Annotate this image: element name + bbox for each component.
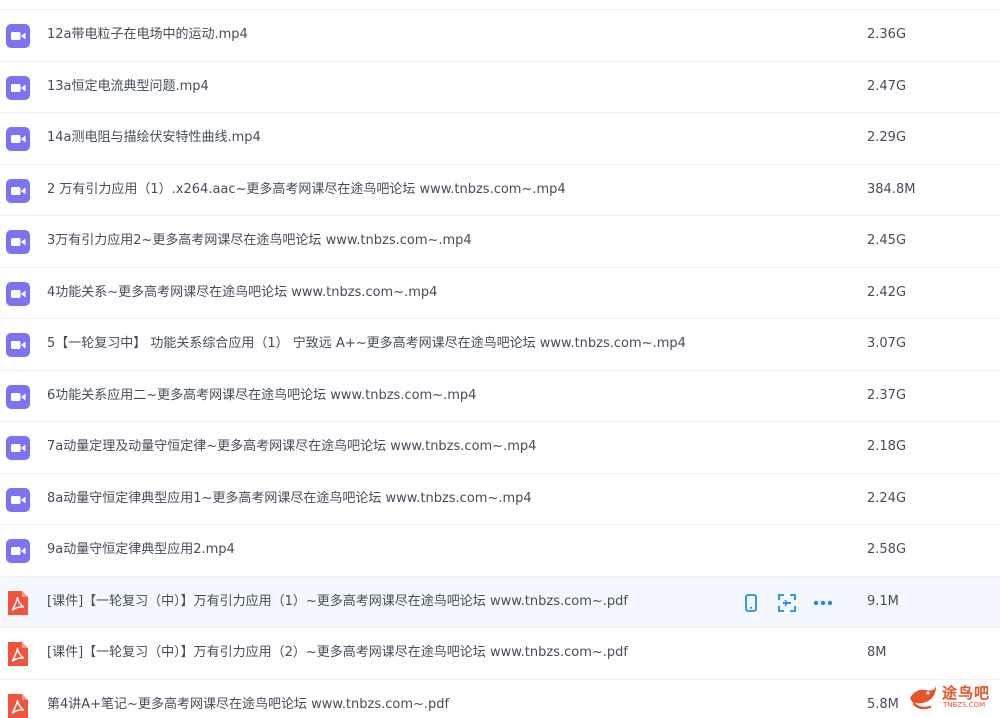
file-rows: 12a带电粒子在电场中的运动.mp4 2.36G 13a恒定电流典型问题.mp4 2… xyxy=(0,10,1000,718)
row-actions xyxy=(740,591,848,615)
file-row[interactable]: 3万有引力应用2~更多高考网课尽在途鸟吧论坛 www.tnbzs.com~.mp… xyxy=(0,216,1000,268)
video-file-icon xyxy=(6,487,30,512)
watermark-subtext: TNBZS.COM xyxy=(943,701,986,709)
watermark-logo: 途鸟吧 TNBZS.COM xyxy=(906,680,994,714)
file-row[interactable]: 5【一轮复习中】 功能关系综合应用（1） 宁致远 A+~更多高考网课尽在途鸟吧论… xyxy=(0,319,1000,371)
file-name[interactable]: 14a测电阻与描绘伏安特性曲线.mp4 xyxy=(47,113,261,163)
video-file-icon xyxy=(6,230,30,254)
video-file-icon xyxy=(6,127,30,151)
video-file-icon xyxy=(6,333,30,357)
more-icon[interactable] xyxy=(812,592,834,614)
file-size: 2.36G xyxy=(867,27,907,42)
file-size: 3.07G xyxy=(867,336,907,351)
file-size: 2.42G xyxy=(867,284,907,300)
file-name[interactable]: 12a带电粒子在电场中的运动.mp4 xyxy=(47,10,248,60)
video-file-icon xyxy=(6,384,30,409)
file-row[interactable]: 7a动量定理及动量守恒定律~更多高考网课尽在途鸟吧论坛 www.tnbzs.co… xyxy=(0,422,1000,474)
file-row[interactable]: 8a动量守恒定律典型应用1~更多高考网课尽在途鸟吧论坛 www.tnbzs.co… xyxy=(0,474,1000,525)
file-size: 2.18G xyxy=(867,439,907,454)
file-row[interactable]: 4功能关系~更多高考网课尽在途鸟吧论坛 www.tnbzs.com~.mp4 2.… xyxy=(0,268,1000,319)
video-file-icon xyxy=(6,436,30,460)
video-file-icon xyxy=(6,178,30,203)
pdf-file-icon xyxy=(6,693,30,718)
file-row[interactable]: 2 万有引力应用（1）.x264.aac~更多高考网课尽在途鸟吧论坛 www.t… xyxy=(0,165,1000,216)
file-size: 2.47G xyxy=(867,78,907,94)
file-name[interactable]: 3万有引力应用2~更多高考网课尽在途鸟吧论坛 www.tnbzs.com~.mp… xyxy=(47,216,472,266)
file-name[interactable]: 5【一轮复习中】 功能关系综合应用（1） 宁致远 A+~更多高考网课尽在途鸟吧论… xyxy=(47,319,686,369)
bird-logo-icon xyxy=(910,686,936,710)
file-row[interactable]: 6功能关系应用二~更多高考网课尽在途鸟吧论坛 www.tnbzs.com~.mp… xyxy=(0,371,1000,422)
video-file-icon xyxy=(6,539,30,563)
file-size: 2.29G xyxy=(867,130,907,145)
file-size: 2.45G xyxy=(867,233,907,248)
file-size: 2.24G xyxy=(867,490,907,506)
file-name[interactable]: 4功能关系~更多高考网课尽在途鸟吧论坛 www.tnbzs.com~.mp4 xyxy=(47,268,437,318)
file-size: 9.1M xyxy=(867,593,899,609)
video-file-icon xyxy=(6,75,30,100)
file-row[interactable]: [课件]【一轮复习（中）】万有引力应用（1）~更多高考网课尽在途鸟吧论坛 www… xyxy=(0,576,1000,628)
file-name[interactable]: 2 万有引力应用（1）.x264.aac~更多高考网课尽在途鸟吧论坛 www.t… xyxy=(47,165,566,215)
video-file-icon xyxy=(6,281,30,306)
file-name[interactable]: [课件]【一轮复习（中）】万有引力应用（1）~更多高考网课尽在途鸟吧论坛 www… xyxy=(47,577,628,627)
watermark-text: 途鸟吧 xyxy=(942,684,991,702)
file-name[interactable]: 6功能关系应用二~更多高考网课尽在途鸟吧论坛 www.tnbzs.com~.mp… xyxy=(47,371,476,421)
file-size: 2.58G xyxy=(867,542,907,557)
file-name[interactable]: 13a恒定电流典型问题.mp4 xyxy=(47,62,209,112)
file-size: 2.37G xyxy=(867,387,907,403)
file-list: 12a带电粒子在电场中的运动.mp4 2.36G 13a恒定电流典型问题.mp4 2… xyxy=(0,0,1000,718)
file-size: 8M xyxy=(867,645,887,660)
video-file-icon xyxy=(6,24,30,48)
file-size: 5.8M xyxy=(867,696,899,712)
file-size: 384.8M xyxy=(867,181,916,197)
file-row[interactable]: 14a测电阻与描绘伏安特性曲线.mp4 2.29G xyxy=(0,113,1000,165)
file-row[interactable]: 12a带电粒子在电场中的运动.mp4 2.36G xyxy=(0,10,1000,62)
file-name[interactable]: 第4讲A+笔记~更多高考网课尽在途鸟吧论坛 www.tnbzs.com~.pdf xyxy=(47,680,449,718)
pdf-file-icon xyxy=(6,641,30,666)
file-name[interactable]: 7a动量定理及动量守恒定律~更多高考网课尽在途鸟吧论坛 www.tnbzs.co… xyxy=(47,422,536,472)
pdf-file-icon xyxy=(6,590,30,615)
file-row[interactable]: 9a动量守恒定律典型应用2.mp4 2.58G xyxy=(0,525,1000,577)
file-row[interactable]: 第4讲A+笔记~更多高考网课尽在途鸟吧论坛 www.tnbzs.com~.pdf… xyxy=(0,680,1000,718)
file-row[interactable]: [课件]【一轮复习（中）】万有引力应用（2）~更多高考网课尽在途鸟吧论坛 www… xyxy=(0,628,1000,680)
file-name[interactable]: 9a动量守恒定律典型应用2.mp4 xyxy=(47,525,235,575)
file-row[interactable]: 13a恒定电流典型问题.mp4 2.47G xyxy=(0,62,1000,113)
list-top-edge xyxy=(0,0,1000,10)
scan-icon[interactable] xyxy=(776,592,798,614)
file-name[interactable]: 8a动量守恒定律典型应用1~更多高考网课尽在途鸟吧论坛 www.tnbzs.co… xyxy=(47,474,532,524)
file-name[interactable]: [课件]【一轮复习（中）】万有引力应用（2）~更多高考网课尽在途鸟吧论坛 www… xyxy=(47,628,628,678)
phone-icon[interactable] xyxy=(740,592,762,614)
